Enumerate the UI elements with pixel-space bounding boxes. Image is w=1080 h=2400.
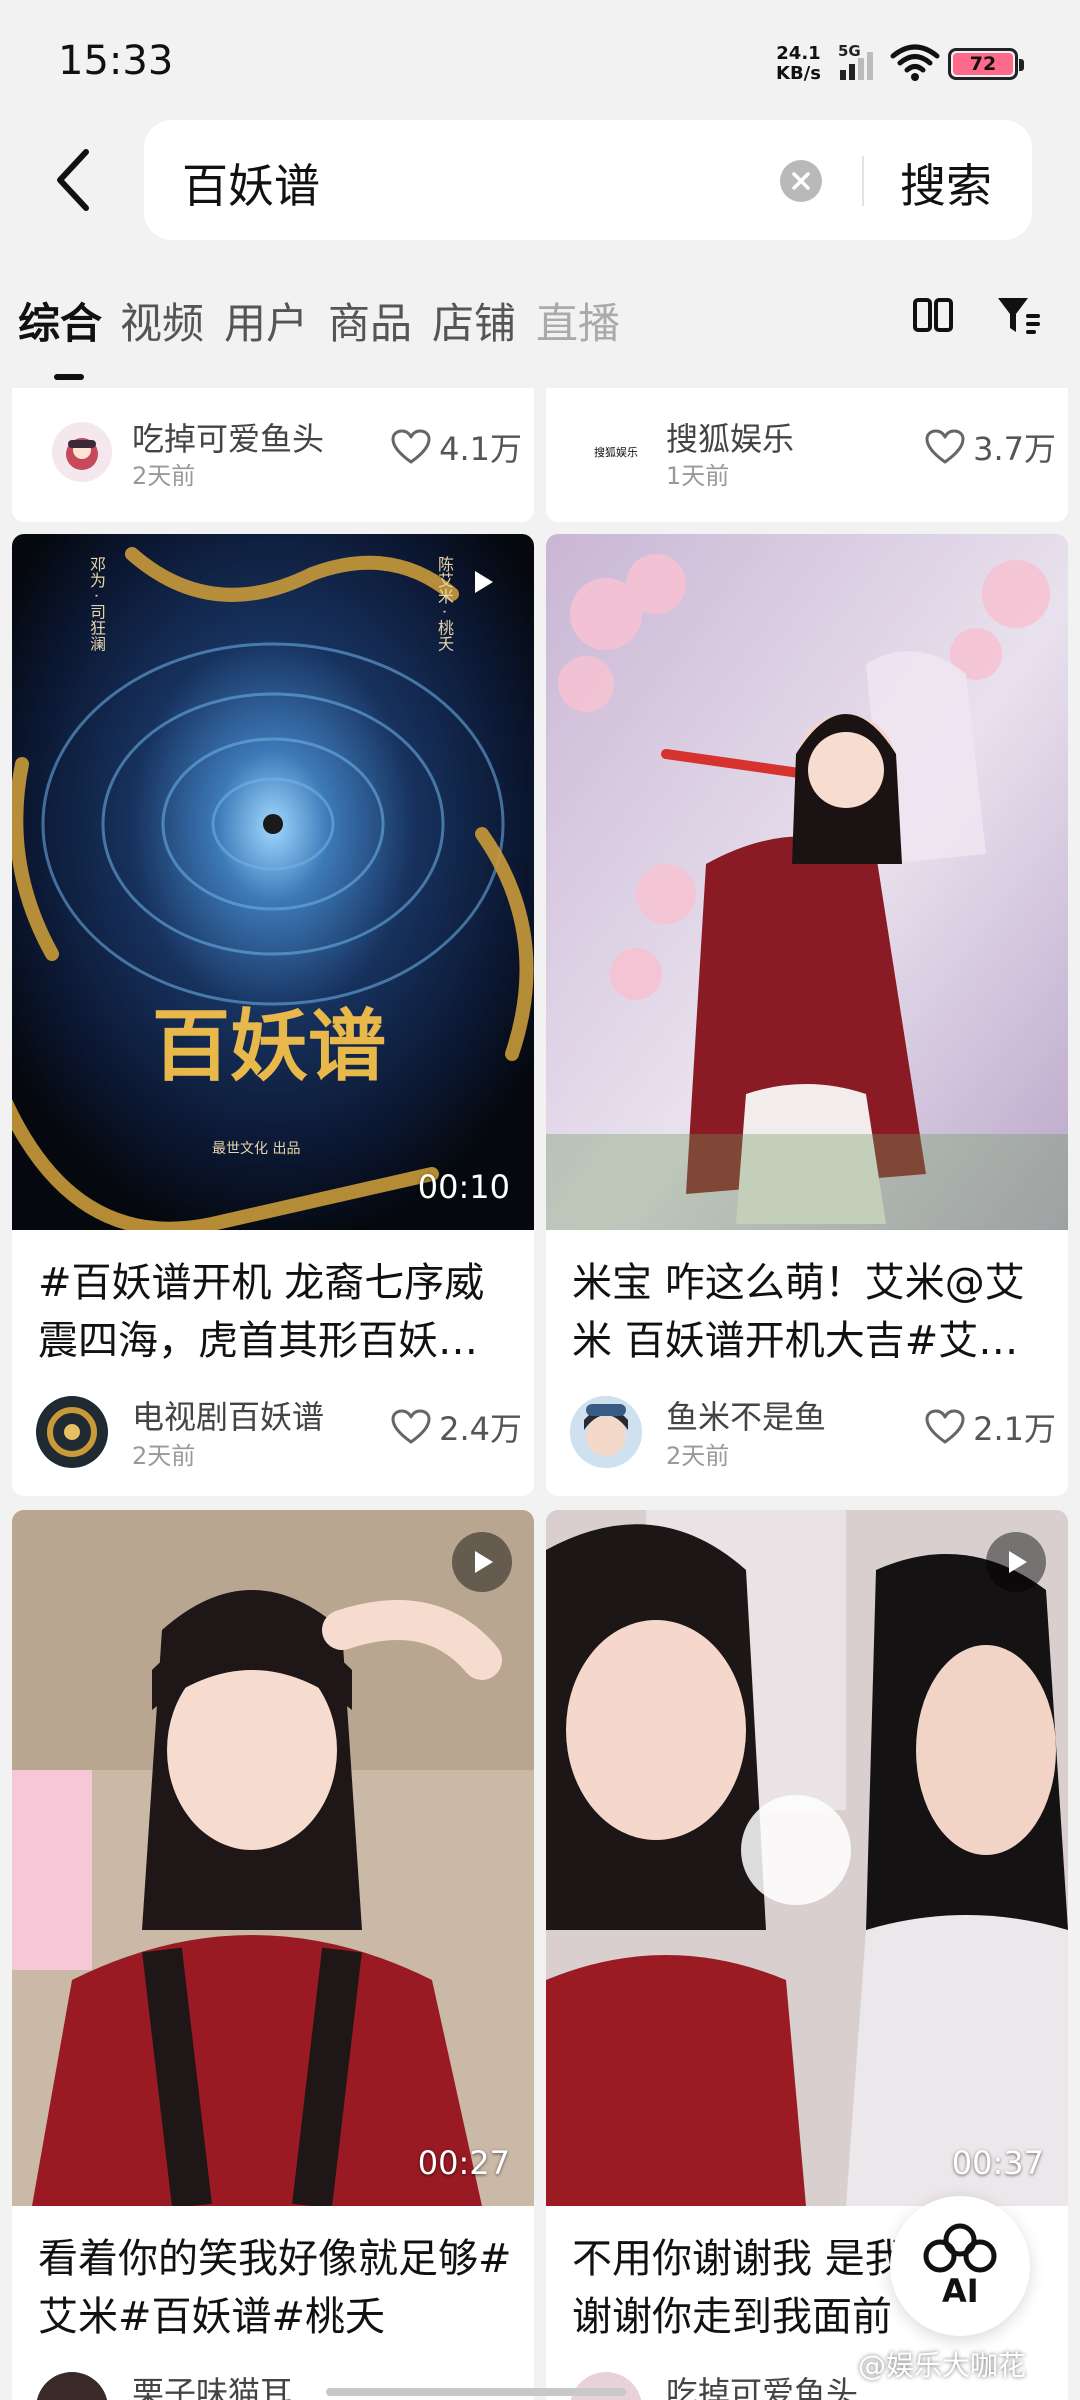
author-name[interactable]: 搜狐娱乐	[666, 414, 794, 460]
play-badge	[986, 1532, 1046, 1592]
like-count: 2.4万	[439, 1410, 522, 1448]
home-indicator[interactable]	[326, 2388, 626, 2396]
feed-card[interactable]: 百妖谱 最世文化 出品 邓为 · 司狂澜 陈艾米 · 桃夭 00:10 #百妖谱…	[12, 534, 534, 1496]
heart-icon	[925, 429, 965, 464]
battery-level: 72	[953, 53, 1013, 75]
card-author: 搜狐娱乐 搜狐娱乐 1天前 3.7万	[570, 418, 1060, 498]
search-box: 百妖谱 搜索	[144, 120, 1032, 240]
tab-video[interactable]: 视频	[120, 290, 204, 351]
heart-icon	[925, 1409, 965, 1444]
avatar[interactable]	[570, 1396, 642, 1468]
photo-thumbnail[interactable]	[546, 534, 1068, 1230]
author-name[interactable]: 吃掉可爱鱼头	[132, 414, 324, 460]
network-type: 5G	[838, 42, 861, 60]
status-bar: 15:33 24.1 KB/s 5G 72	[0, 0, 1080, 118]
avatar[interactable]	[36, 2372, 108, 2400]
like-button[interactable]: 4.1万	[391, 424, 522, 470]
post-time: 1天前	[666, 462, 730, 490]
video-duration: 00:27	[417, 2144, 510, 2182]
ai-label: AI	[942, 2272, 979, 2310]
avatar[interactable]	[36, 1396, 108, 1468]
like-button[interactable]: 2.4万	[391, 1404, 522, 1450]
avatar[interactable]: 搜狐娱乐	[586, 422, 646, 482]
video-thumbnail[interactable]: 00:27	[12, 1510, 534, 2206]
watermark: @娱乐大咖花	[858, 2349, 1027, 2382]
author-name[interactable]: 栗子味猫耳	[132, 2368, 292, 2400]
post-title[interactable]: 米宝 咋这么萌！艾米@艾米 百妖谱开机大吉#艾…	[572, 1254, 1048, 1370]
filter-button[interactable]	[996, 294, 1042, 340]
wifi-icon	[890, 44, 940, 82]
video-thumbnail[interactable]: 00:37	[546, 1510, 1068, 2206]
clear-icon	[792, 172, 810, 190]
post-title[interactable]: #百妖谱开机 龙裔七序威震四海，虎首其形百妖…	[38, 1254, 514, 1370]
back-button[interactable]	[50, 148, 106, 212]
post-time: 2天前	[132, 462, 196, 490]
post-time: 2天前	[132, 1442, 196, 1470]
avatar-logo-text: 搜狐娱乐	[594, 446, 638, 459]
back-arrow-icon	[57, 149, 89, 211]
network-speed-unit: KB/s	[776, 63, 821, 84]
feed-card[interactable]: 00:27 看着你的笑我好像就足够#艾米#百妖谱#桃夭 栗子味猫耳	[12, 1510, 534, 2400]
play-badge	[452, 552, 512, 612]
poster-title: 百妖谱	[152, 1001, 387, 1092]
feed-card[interactable]: 米宝 咋这么萌！艾米@艾米 百妖谱开机大吉#艾… 鱼米不是鱼 2天前 2.1万	[546, 534, 1068, 1496]
like-count: 2.1万	[973, 1410, 1056, 1448]
tab-all[interactable]: 综合	[18, 290, 102, 351]
like-button[interactable]: 2.1万	[925, 1404, 1056, 1450]
feed-card[interactable]: 吃掉可爱鱼头 2天前 4.1万	[12, 388, 534, 522]
tab-users[interactable]: 用户	[224, 290, 308, 351]
category-tabs: 综合 视频 用户 商品 店铺 直播	[0, 280, 900, 380]
play-icon	[1009, 1551, 1027, 1573]
tab-shops[interactable]: 店铺	[432, 290, 516, 351]
author-name[interactable]: 鱼米不是鱼	[666, 1392, 826, 1438]
video-duration: 00:37	[951, 2144, 1044, 2182]
card-author: 鱼米不是鱼 2天前 2.1万	[570, 1392, 1060, 1472]
network-speed-value: 24.1	[776, 43, 821, 64]
post-time: 2天前	[666, 1442, 730, 1470]
ai-assistant-button[interactable]: AI	[890, 2196, 1030, 2336]
grid-view-icon	[913, 298, 953, 332]
search-divider	[862, 156, 864, 206]
active-tab-indicator	[54, 374, 84, 380]
layout-toggle-button[interactable]	[912, 296, 954, 338]
tab-live[interactable]: 直播	[536, 290, 620, 351]
card-author: 电视剧百妖谱 2天前 2.4万	[36, 1392, 526, 1472]
heart-icon	[391, 429, 431, 464]
card-author: 吃掉可爱鱼头 2天前 4.1万	[36, 418, 526, 498]
like-button[interactable]: 3.7万	[925, 424, 1056, 470]
post-title[interactable]: 看着你的笑我好像就足够#艾米#百妖谱#桃夭	[38, 2230, 514, 2346]
play-icon	[475, 1551, 493, 1573]
author-name[interactable]: 吃掉可爱鱼头	[666, 2368, 858, 2400]
avatar[interactable]	[52, 422, 112, 482]
video-thumbnail[interactable]: 百妖谱 最世文化 出品 邓为 · 司狂澜 陈艾米 · 桃夭 00:10	[12, 534, 534, 1230]
battery-icon: 72	[948, 48, 1024, 80]
play-badge	[452, 1532, 512, 1592]
like-count: 4.1万	[439, 430, 522, 468]
tab-products[interactable]: 商品	[328, 290, 412, 351]
author-name[interactable]: 电视剧百妖谱	[132, 1392, 324, 1438]
play-icon	[475, 571, 493, 593]
cellular-signal-icon: 5G	[838, 42, 874, 82]
video-duration: 00:10	[417, 1168, 510, 1206]
poster-cast-left: 邓为 · 司狂澜	[87, 556, 106, 652]
poster-credit: 最世文化 出品	[212, 1141, 301, 1157]
filter-icon	[998, 298, 1040, 334]
like-count: 3.7万	[973, 430, 1056, 468]
feed-card[interactable]: 搜狐娱乐 搜狐娱乐 1天前 3.7万	[546, 388, 1068, 522]
heart-icon	[391, 1409, 431, 1444]
ai-icon	[923, 2223, 997, 2273]
search-button[interactable]: 搜索	[900, 150, 992, 216]
network-speed: 24.1 KB/s	[776, 44, 821, 84]
search-input[interactable]: 百妖谱	[182, 150, 320, 216]
status-time: 15:33	[58, 38, 174, 84]
clear-search-button[interactable]	[780, 160, 822, 202]
poster-cast-right: 陈艾米 · 桃夭	[435, 556, 454, 652]
tabs-fade	[790, 280, 900, 380]
